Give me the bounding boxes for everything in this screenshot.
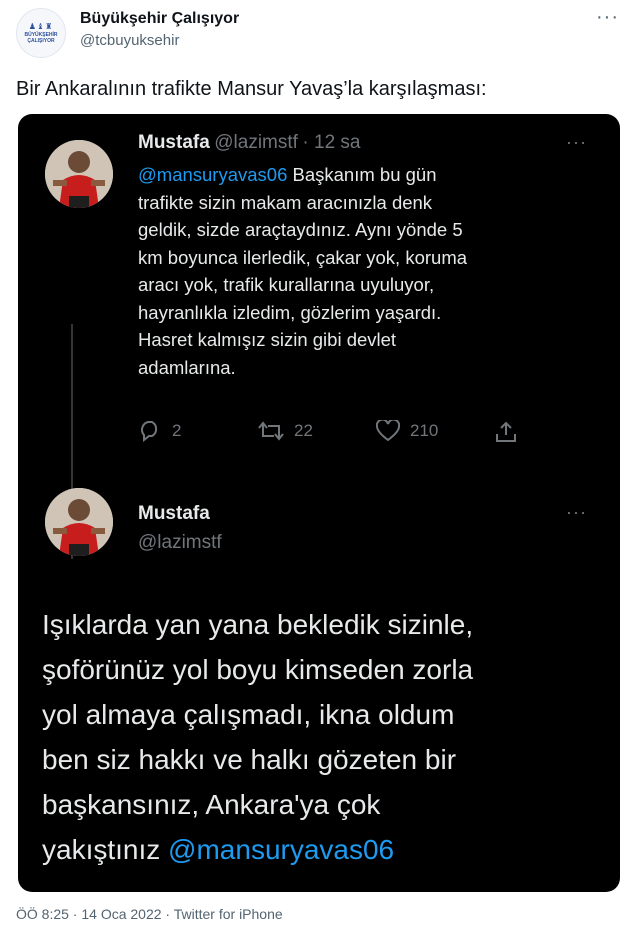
reply-more-dots-icon[interactable]: ··· <box>566 502 587 523</box>
like-count: 210 <box>410 421 439 440</box>
reply-mention-link[interactable]: @mansuryavas06 <box>168 834 394 865</box>
retweet-icon <box>258 421 284 441</box>
embedded-author-name[interactable]: Mustafa <box>138 132 210 153</box>
reply-count: 2 <box>172 421 182 440</box>
person-photo-icon <box>45 140 113 208</box>
embedded-tweet-time[interactable]: · 12 sa <box>302 132 360 153</box>
reply-author-handle[interactable]: @lazimstf <box>138 532 222 554</box>
reply-line-5: yakıştınız <box>42 834 169 865</box>
reply-avatar[interactable] <box>45 488 113 556</box>
mustafa-avatar[interactable] <box>45 140 113 208</box>
reply-line-4: başkansınız, Ankara'ya çok <box>42 789 381 820</box>
reply-author-name[interactable]: Mustafa <box>138 503 210 525</box>
heart-icon <box>376 420 400 442</box>
embedded-tweet-body: @mansuryavas06 Başkanım bu gün trafikte … <box>138 161 568 381</box>
embedded-line-2: geldik, sizde araçtaydınız. Aynı yönde 5 <box>138 219 463 240</box>
like-action[interactable]: 210 <box>376 420 438 442</box>
share-icon <box>496 421 516 442</box>
retweet-action[interactable]: 22 <box>258 420 313 442</box>
reply-icon <box>141 421 158 442</box>
embedded-mention-link[interactable]: @mansuryavas06 <box>138 164 287 185</box>
reply-line-2: yol almaya çalışmadı, ikna oldum <box>42 699 455 730</box>
embedded-line-6: Hasret kalmışız sizin gibi devlet <box>138 329 397 350</box>
account-avatar-logo[interactable]: ♟♝♜ BÜYÜKŞEHİR ÇALIŞIYOR <box>16 8 66 58</box>
reply-line-3: ben siz hakkı ve halkı gözeten bir <box>42 744 457 775</box>
logo-text-line2: ÇALIŞIYOR <box>27 38 55 44</box>
embedded-line-5: hayranlıkla izledim, gözlerim yaşardı. <box>138 301 442 323</box>
embedded-author-handle[interactable]: @lazimstf <box>214 132 298 153</box>
tweet-text: Bir Ankaralının trafikte Mansur Yavaş’la… <box>16 78 487 100</box>
embedded-line-0: Başkanım bu gün <box>287 164 437 185</box>
person-photo-icon <box>45 488 113 556</box>
logo-figures-icon: ♟♝♜ <box>28 22 54 31</box>
reply-line-1: şoförünüz yol boyu kimseden zorla <box>42 654 474 685</box>
reply-tweet-body: Işıklarda yan yana bekledik sizinle, şof… <box>42 602 602 872</box>
embedded-more-dots-icon[interactable]: ··· <box>566 132 587 153</box>
more-dots-icon[interactable]: ··· <box>596 6 619 29</box>
embedded-tweet-header: Mustafa @lazimstf · 12 sa <box>138 132 360 154</box>
author-name[interactable]: Büyükşehir Çalışıyor <box>80 10 239 28</box>
reply-action[interactable]: 2 <box>138 420 181 442</box>
author-handle[interactable]: @tcbuyuksehir <box>80 32 179 49</box>
embedded-line-4: aracı yok, trafik kurallarına uyuluyor, <box>138 274 435 295</box>
embedded-line-1: trafikte sizin makam aracınızla denk <box>138 191 433 213</box>
embedded-screenshot: Mustafa @lazimstf · 12 sa ··· @mansuryav… <box>18 114 620 892</box>
retweet-count: 22 <box>294 421 313 440</box>
tweet-footer-meta[interactable]: ÖÖ 8:25 · 14 Oca 2022 · Twitter for iPho… <box>16 906 283 922</box>
embedded-line-3: km boyunca ilerledik, çakar yok, koruma <box>138 246 468 268</box>
share-action[interactable] <box>494 420 518 444</box>
embedded-line-7: adamlarına. <box>138 356 236 378</box>
reply-line-0: Işıklarda yan yana bekledik sizinle, <box>42 609 474 640</box>
